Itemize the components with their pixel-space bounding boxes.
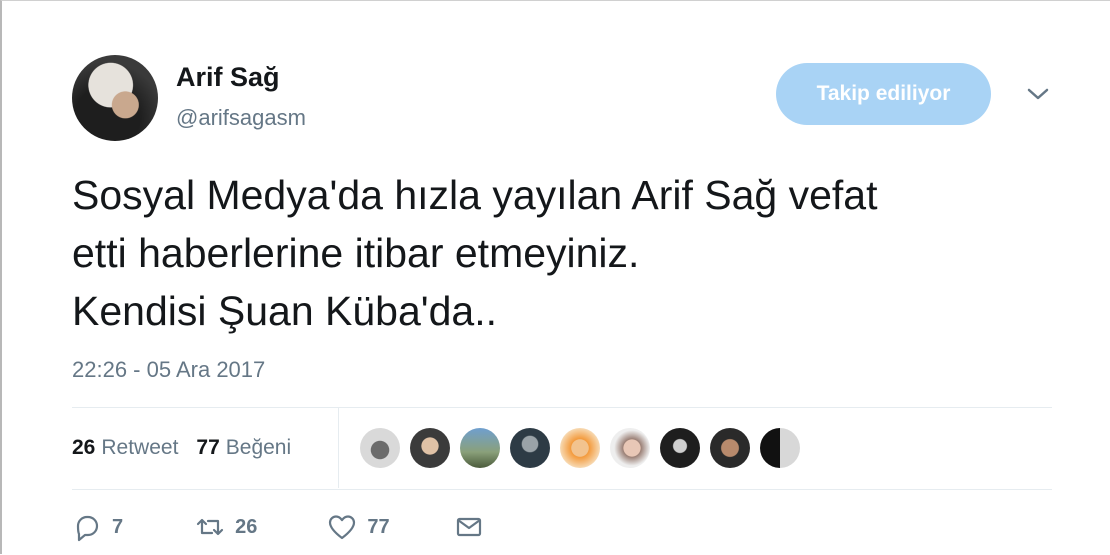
direct-message-button[interactable]: [454, 512, 484, 542]
chevron-down-icon[interactable]: [1024, 83, 1052, 105]
liker-avatar[interactable]: [710, 428, 750, 468]
liker-avatar[interactable]: [360, 428, 400, 468]
tweet-line: etti haberlerine itibar etmeyiniz.: [72, 230, 640, 276]
divider: [72, 489, 1052, 490]
tweet-timestamp[interactable]: 22:26 - 05 Ara 2017: [72, 357, 265, 383]
mail-icon: [456, 517, 481, 537]
divider: [338, 408, 339, 488]
user-name[interactable]: Arif Sağ: [176, 62, 280, 93]
tweet-line: Sosyal Medya'da hızla yayılan Arif Sağ v…: [72, 172, 878, 218]
liker-avatar[interactable]: [760, 428, 800, 468]
engagement-stats: 26 Retweet 77 Beğeni: [72, 436, 291, 460]
likes-label: Beğeni: [225, 436, 292, 459]
heart-icon: [329, 515, 356, 540]
liker-avatar[interactable]: [410, 428, 450, 468]
retweet-button[interactable]: 26: [195, 512, 257, 542]
liker-avatar[interactable]: [610, 428, 650, 468]
retweets-count: 26: [72, 436, 96, 459]
tweet-text: Sosyal Medya'da hızla yayılan Arif Sağ v…: [72, 166, 1032, 340]
reply-count: 7: [112, 515, 124, 538]
likes-count: 77: [196, 436, 220, 459]
retweets-label: Retweet: [101, 436, 179, 459]
liker-avatar[interactable]: [460, 428, 500, 468]
liker-avatar[interactable]: [660, 428, 700, 468]
tweet-actions: 7 26 77: [72, 512, 484, 542]
retweets-stat[interactable]: 26 Retweet: [72, 436, 178, 460]
divider: [72, 407, 1052, 408]
following-button[interactable]: Takip ediliyor: [776, 63, 991, 125]
reply-icon: [76, 515, 99, 542]
tweet-line: Kendisi Şuan Küba'da..: [72, 288, 497, 334]
liker-avatar[interactable]: [510, 428, 550, 468]
avatar[interactable]: [72, 55, 158, 141]
likers-avatars: [360, 428, 800, 468]
liker-avatar[interactable]: [560, 428, 600, 468]
user-handle[interactable]: @arifsagasm: [176, 105, 306, 131]
like-count: 77: [367, 515, 390, 538]
reply-button[interactable]: 7: [72, 512, 123, 542]
like-button[interactable]: 77: [327, 512, 390, 542]
retweet-count: 26: [235, 515, 258, 538]
likes-stat[interactable]: 77 Beğeni: [196, 436, 291, 460]
retweet-icon: [197, 518, 224, 536]
